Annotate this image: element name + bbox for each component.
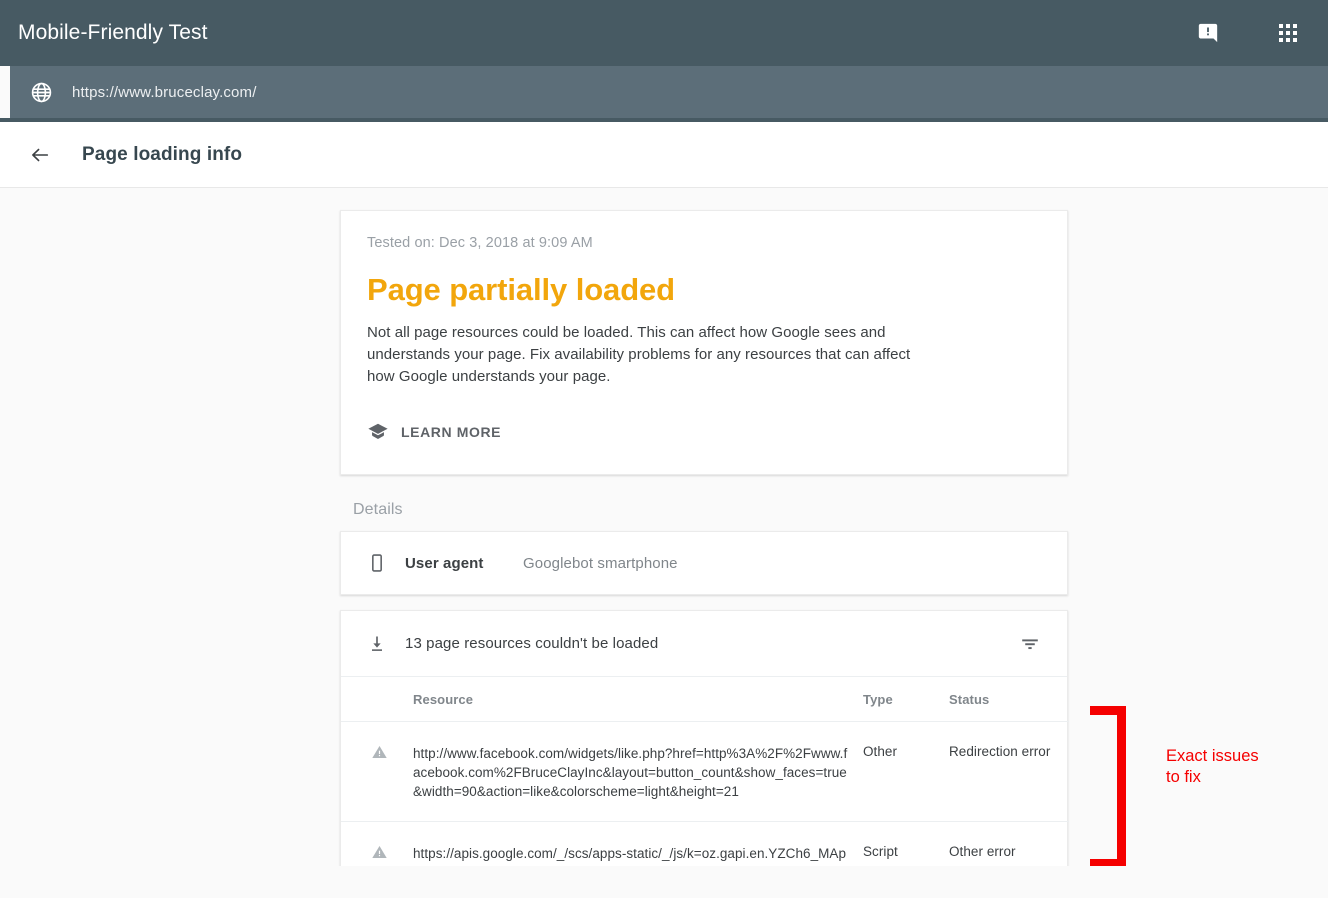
warning-triangle-icon [372,746,387,758]
smartphone-icon-wrapper [367,552,405,574]
page-title: Page loading info [82,143,243,165]
row-resource-status: Redirection error [949,721,1069,822]
row-resource-status: Other error [949,821,1069,866]
status-heading: Page partially loaded [367,272,676,307]
row-resource-url: https://apis.google.com/_/scs/apps-stati… [413,821,863,866]
user-agent-label: User agent [405,554,484,572]
download-icon [372,636,382,651]
content-area: Tested on: Dec 3, 2018 at 9:09 AM Page p… [0,188,1328,866]
graduation-cap-icon [368,423,388,439]
globe-icon-wrapper [10,81,72,104]
row-resource-type: Other [863,721,949,822]
row-warning-cell [341,721,413,822]
col-header-resource: Resource [413,677,863,722]
app-title: Mobile-Friendly Test [18,21,208,44]
col-header-type: Type [863,677,949,722]
resources-card: 13 page resources couldn't be loaded Res… [340,610,1069,866]
table-header-row: Resource Type Status [341,677,1069,722]
app-bar: Mobile-Friendly Test [0,0,1328,66]
status-description: Not all page resources could be loaded. … [367,324,911,385]
row-warning-cell [341,821,413,866]
app-bar-actions [1184,0,1328,66]
warning-triangle-icon [372,846,387,858]
table-row[interactable]: https://apis.google.com/_/scs/apps-stati… [341,821,1069,866]
back-button[interactable] [20,135,60,175]
sub-header: Page loading info [0,122,1328,188]
tested-on-timestamp: Tested on: Dec 3, 2018 at 9:09 AM [367,235,593,251]
resources-card-header: 13 page resources couldn't be loaded [341,611,1067,677]
resources-summary-label: 13 page resources couldn't be loaded [405,635,659,652]
row-resource-type: Script [863,821,949,866]
col-header-status: Status [949,677,1069,722]
details-section-label: Details [353,501,403,518]
col-header-icon [341,677,413,722]
filter-funnel-icon [1022,638,1038,649]
annotation-text: Exact issues to fix [1166,747,1259,786]
user-agent-card: User agent Googlebot smartphone [340,531,1068,595]
apps-grid-icon [1279,24,1297,42]
feedback-speech-bubble-icon [1198,23,1218,43]
url-input-value[interactable]: https://www.bruceclay.com/ [72,84,257,101]
content-column: Tested on: Dec 3, 2018 at 9:09 AM Page p… [340,210,1069,866]
learn-more-label: LEARN MORE [401,424,502,440]
filter-button[interactable] [1019,633,1041,655]
user-agent-value: Googlebot smartphone [523,554,678,572]
resources-table-head: Resource Type Status [341,677,1069,722]
feedback-button[interactable] [1184,9,1232,57]
annotation-bracket [1090,706,1126,866]
row-resource-url: http://www.facebook.com/widgets/like.php… [413,721,863,822]
apps-button[interactable] [1264,9,1312,57]
resources-table: Resource Type Status http://www.facebook… [341,677,1069,866]
smartphone-icon [372,554,382,572]
url-bar[interactable]: https://www.bruceclay.com/ [10,66,1328,118]
download-icon-wrapper [367,634,405,654]
globe-icon [31,82,51,102]
resources-table-body: http://www.facebook.com/widgets/like.php… [341,721,1069,866]
table-row[interactable]: http://www.facebook.com/widgets/like.php… [341,721,1069,822]
learn-more-link[interactable]: LEARN MORE [367,421,501,443]
arrow-left-icon [32,148,49,161]
status-summary-card: Tested on: Dec 3, 2018 at 9:09 AM Page p… [340,210,1068,475]
